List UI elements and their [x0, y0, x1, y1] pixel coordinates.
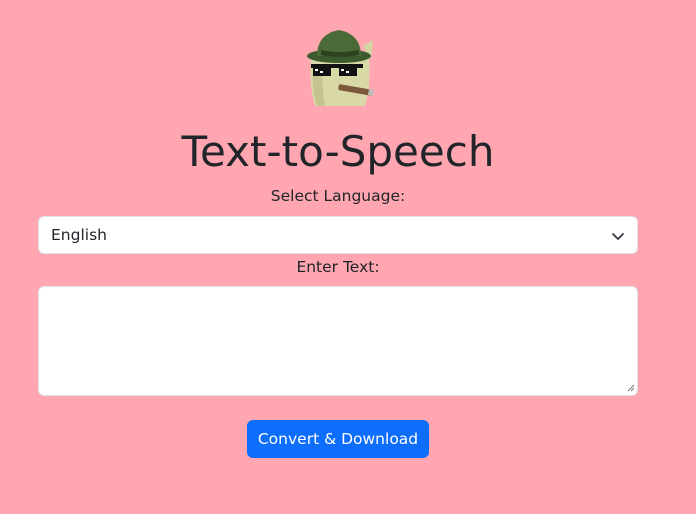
language-select-value: English	[51, 226, 107, 244]
convert-download-button[interactable]: Convert & Download	[247, 420, 429, 458]
language-select[interactable]: English	[38, 216, 638, 254]
cat-with-fedora-and-sunglasses-icon	[307, 30, 374, 106]
text-input[interactable]	[38, 286, 638, 396]
page-title: Text-to-Speech	[181, 127, 495, 176]
resize-handle-icon[interactable]	[627, 384, 635, 392]
language-label: Select Language:	[270, 187, 406, 205]
text-label: Enter Text:	[296, 258, 380, 276]
chevron-down-icon	[612, 233, 624, 240]
